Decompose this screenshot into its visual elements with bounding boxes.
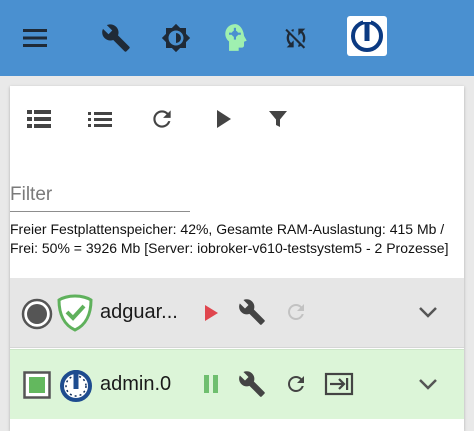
system-info-text: Freier Festplattenspeicher: 42%, Gesamte… bbox=[10, 221, 449, 256]
play-icon[interactable] bbox=[206, 104, 240, 134]
iobroker-admin-icon bbox=[58, 366, 94, 404]
status-indicator-stopped bbox=[20, 297, 54, 331]
filter-icon[interactable] bbox=[261, 104, 295, 134]
app-bar bbox=[0, 0, 474, 76]
adguard-shield-icon bbox=[56, 294, 94, 332]
refresh-icon[interactable] bbox=[145, 104, 179, 134]
wrench-icon[interactable] bbox=[236, 296, 268, 328]
open-link-icon[interactable] bbox=[322, 370, 356, 398]
instance-name: adguar... bbox=[100, 301, 178, 323]
brightness-icon[interactable] bbox=[158, 20, 194, 56]
restart-icon[interactable] bbox=[282, 370, 310, 398]
play-icon[interactable] bbox=[198, 300, 224, 326]
list-compact-icon[interactable] bbox=[83, 104, 117, 134]
iobroker-logo[interactable] bbox=[347, 16, 387, 56]
wrench-icon[interactable] bbox=[236, 368, 268, 400]
instance-row-adguard[interactable]: adguar... bbox=[10, 278, 464, 348]
list-icon[interactable] bbox=[22, 104, 56, 134]
filter-input[interactable] bbox=[10, 178, 190, 212]
instance-row-admin[interactable]: admin.0 bbox=[10, 349, 464, 419]
head-icon[interactable] bbox=[218, 20, 254, 56]
chevron-down-icon[interactable] bbox=[414, 298, 442, 326]
pause-icon[interactable] bbox=[198, 370, 224, 398]
sync-disabled-icon[interactable] bbox=[278, 20, 314, 56]
restart-icon[interactable] bbox=[282, 298, 310, 326]
chevron-down-icon[interactable] bbox=[414, 370, 442, 398]
instances-panel: Freier Festplattenspeicher: 42%, Gesamte… bbox=[10, 86, 464, 431]
instance-name: admin.0 bbox=[100, 373, 172, 395]
menu-icon[interactable] bbox=[17, 20, 53, 56]
wrench-icon[interactable] bbox=[98, 20, 134, 56]
status-indicator-running bbox=[22, 370, 52, 400]
